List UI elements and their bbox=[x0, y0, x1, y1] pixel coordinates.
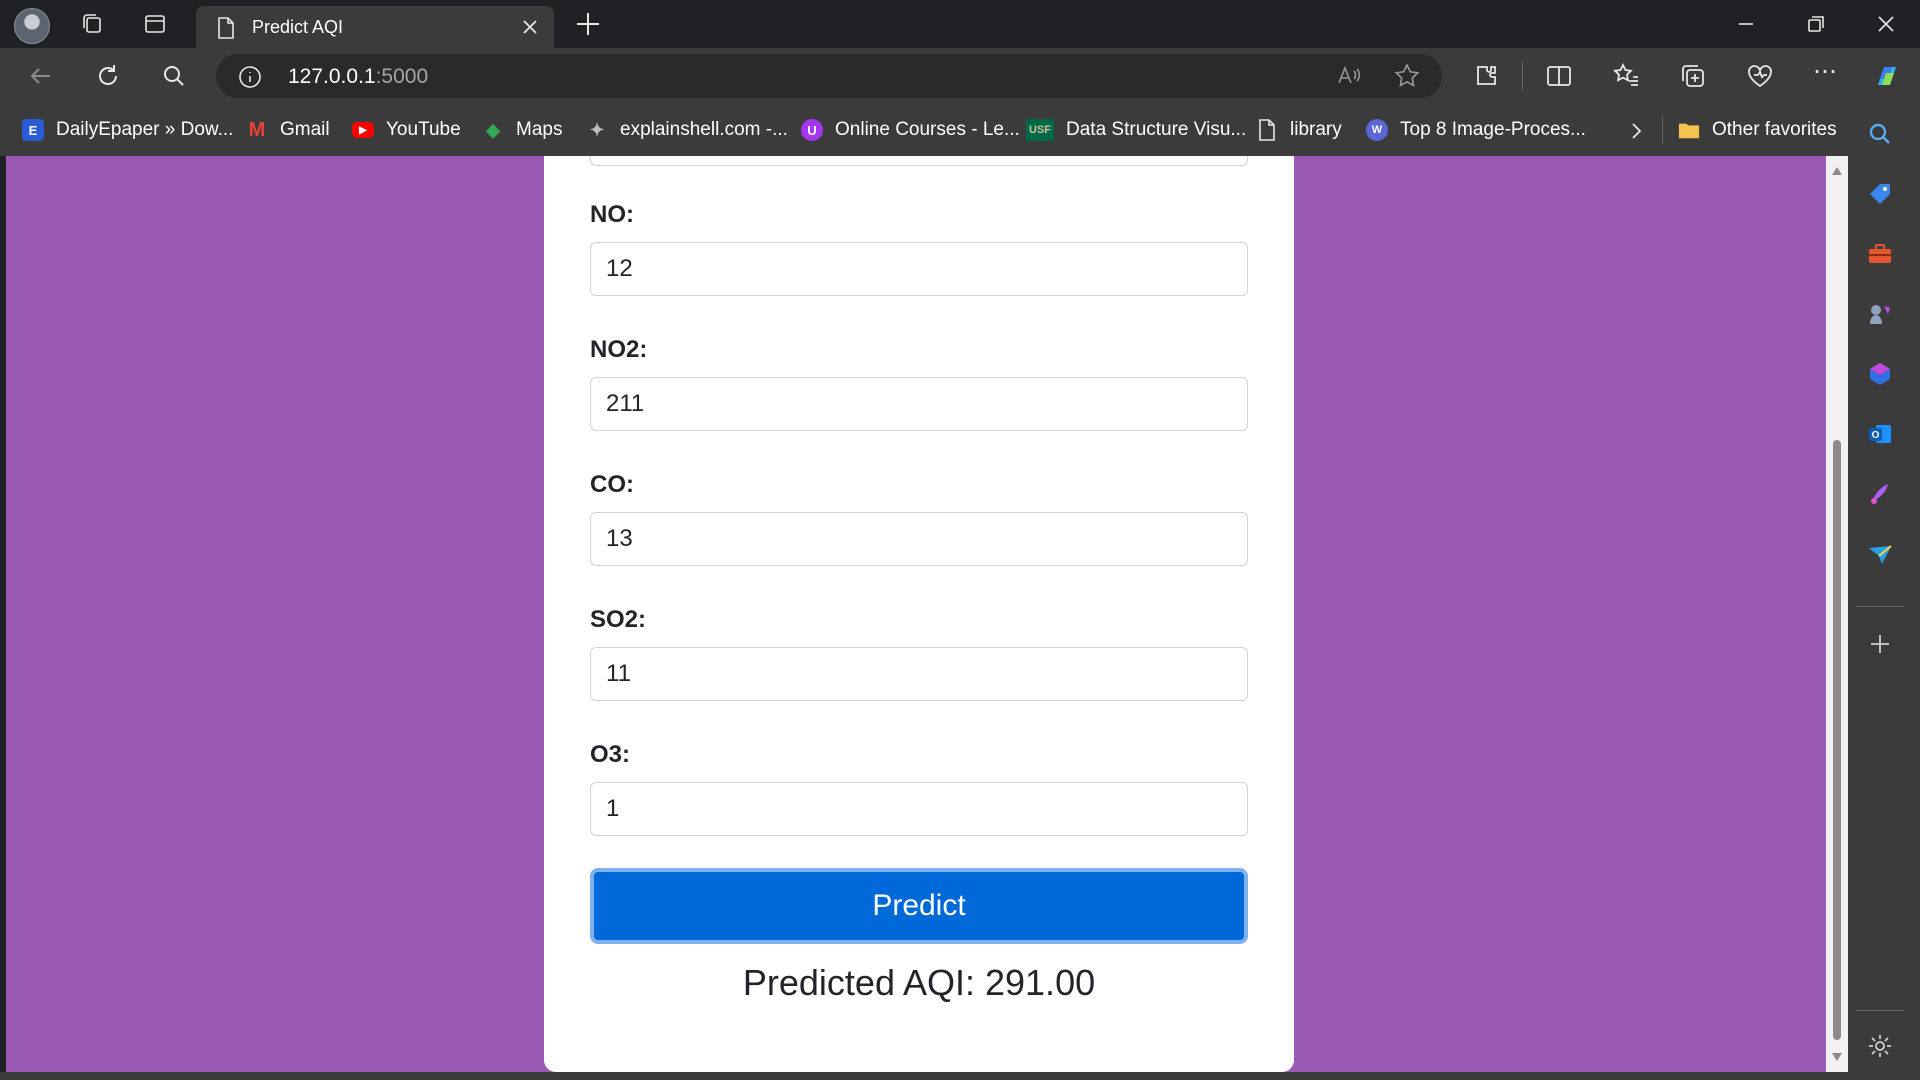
e-icon: E bbox=[22, 119, 44, 141]
games-icon[interactable] bbox=[1864, 298, 1896, 330]
bookmarks-divider bbox=[1662, 116, 1663, 144]
no-label: NO: bbox=[590, 201, 634, 228]
designer-icon[interactable] bbox=[1864, 478, 1896, 510]
bookmark-gmail[interactable]: M Gmail bbox=[246, 116, 330, 144]
shopping-tag-icon[interactable] bbox=[1864, 178, 1896, 210]
bookmark-library[interactable]: library bbox=[1256, 116, 1342, 144]
refresh-icon[interactable] bbox=[93, 61, 123, 91]
bookmark-maps[interactable]: ◆ Maps bbox=[482, 116, 562, 144]
window-bottom-edge bbox=[0, 1072, 1840, 1080]
page-scrollbar[interactable] bbox=[1826, 156, 1848, 1072]
vertical-tabs-icon[interactable] bbox=[139, 8, 171, 40]
bookmark-explainshell[interactable]: ✦ explainshell.com -... bbox=[586, 116, 787, 144]
bookmark-youtube[interactable]: ▶ YouTube bbox=[352, 116, 461, 144]
no2-label: NO2: bbox=[590, 336, 648, 363]
send-icon[interactable] bbox=[1864, 538, 1896, 570]
add-sidebar-app-icon[interactable] bbox=[1864, 628, 1896, 660]
scrollbar-thumb[interactable] bbox=[1833, 440, 1841, 1040]
chevron-right-icon[interactable] bbox=[1626, 120, 1646, 142]
bookmark-data-structure[interactable]: USF Data Structure Visu... bbox=[1026, 116, 1246, 144]
read-aloud-icon[interactable] bbox=[1334, 61, 1364, 91]
favorites-icon[interactable] bbox=[1611, 61, 1641, 91]
address-bar[interactable]: 127.0.0.1:5000 bbox=[216, 54, 1442, 98]
usf-icon: USF bbox=[1026, 119, 1054, 141]
wave-icon: W bbox=[1366, 119, 1388, 141]
back-icon[interactable] bbox=[26, 61, 56, 91]
tools-briefcase-icon[interactable] bbox=[1864, 238, 1896, 270]
profile-avatar[interactable] bbox=[14, 8, 50, 44]
active-tab[interactable]: Predict AQI bbox=[196, 6, 554, 48]
minimize-icon[interactable] bbox=[1732, 10, 1760, 38]
microsoft365-icon[interactable] bbox=[1864, 358, 1896, 390]
previous-input-edge[interactable] bbox=[590, 156, 1248, 166]
bookmark-online-courses[interactable]: U Online Courses - Le... bbox=[801, 116, 1020, 144]
workspaces-icon[interactable] bbox=[76, 8, 108, 40]
scroll-down-arrow-icon[interactable] bbox=[1831, 1052, 1843, 1062]
scroll-up-arrow-icon[interactable] bbox=[1831, 166, 1843, 176]
other-favorites-folder[interactable]: Other favorites bbox=[1678, 116, 1837, 144]
predict-button[interactable]: Predict bbox=[590, 868, 1248, 944]
folder-icon bbox=[1678, 119, 1700, 141]
copilot-icon[interactable] bbox=[1870, 59, 1904, 93]
gmail-icon: M bbox=[248, 118, 266, 141]
extensions-icon[interactable] bbox=[1472, 61, 1502, 91]
o3-label: O3: bbox=[590, 741, 631, 768]
youtube-icon: ▶ bbox=[352, 122, 374, 138]
maps-icon: ◆ bbox=[486, 119, 500, 140]
outlook-icon[interactable]: O bbox=[1864, 418, 1896, 450]
so2-input[interactable] bbox=[590, 647, 1248, 701]
udemy-icon: U bbox=[801, 119, 823, 141]
co-input[interactable] bbox=[590, 512, 1248, 566]
sidebar-search-icon[interactable] bbox=[1864, 118, 1896, 150]
bookmarks-bar: E DailyEpaper » Dow... M Gmail ▶ YouTube… bbox=[0, 104, 1840, 156]
sidebar-settings-icon[interactable] bbox=[1864, 1030, 1896, 1062]
browser-essentials-icon[interactable] bbox=[1745, 61, 1775, 91]
svg-text:O: O bbox=[1872, 430, 1880, 441]
search-icon[interactable] bbox=[159, 61, 189, 91]
edge-sidebar: O bbox=[1840, 104, 1920, 1080]
bookmark-image-processing[interactable]: W Top 8 Image-Proces... bbox=[1366, 116, 1586, 144]
split-screen-icon[interactable] bbox=[1544, 61, 1574, 91]
no-input[interactable] bbox=[590, 242, 1248, 296]
sidebar-divider-bottom bbox=[1856, 1010, 1904, 1011]
site-info-icon[interactable] bbox=[238, 65, 262, 89]
url-text[interactable]: 127.0.0.1:5000 bbox=[288, 65, 428, 89]
page-icon bbox=[218, 17, 234, 39]
restore-icon[interactable] bbox=[1802, 10, 1830, 38]
so2-label: SO2: bbox=[590, 606, 647, 633]
close-window-icon[interactable] bbox=[1872, 10, 1900, 38]
predicted-aqi-result: Predicted AQI: 291.00 bbox=[742, 962, 1096, 1003]
toolbar-divider bbox=[1522, 62, 1523, 90]
o3-input[interactable] bbox=[590, 782, 1248, 836]
favorite-star-icon[interactable] bbox=[1392, 61, 1422, 91]
document-icon bbox=[1256, 119, 1278, 141]
sidebar-divider bbox=[1856, 606, 1904, 607]
form-card: NO: NO2: CO: SO2: O3: Predict Predicted … bbox=[544, 156, 1294, 1072]
close-tab-icon[interactable] bbox=[520, 17, 540, 37]
explainshell-icon: ✦ bbox=[589, 119, 605, 140]
navigation-toolbar: 127.0.0.1:5000 ⋯ bbox=[0, 48, 1920, 104]
co-label: CO: bbox=[590, 471, 634, 498]
tab-title: Predict AQI bbox=[252, 17, 344, 37]
page-viewport: NO: NO2: CO: SO2: O3: Predict Predicted … bbox=[6, 156, 1834, 1072]
no2-input[interactable] bbox=[590, 377, 1248, 431]
collections-icon[interactable] bbox=[1678, 61, 1708, 91]
more-options-icon[interactable]: ⋯ bbox=[1810, 60, 1840, 91]
title-bar: Predict AQI bbox=[0, 0, 1920, 48]
bookmark-dailyepaper[interactable]: E DailyEpaper » Dow... bbox=[22, 116, 233, 144]
new-tab-icon[interactable] bbox=[574, 10, 602, 38]
